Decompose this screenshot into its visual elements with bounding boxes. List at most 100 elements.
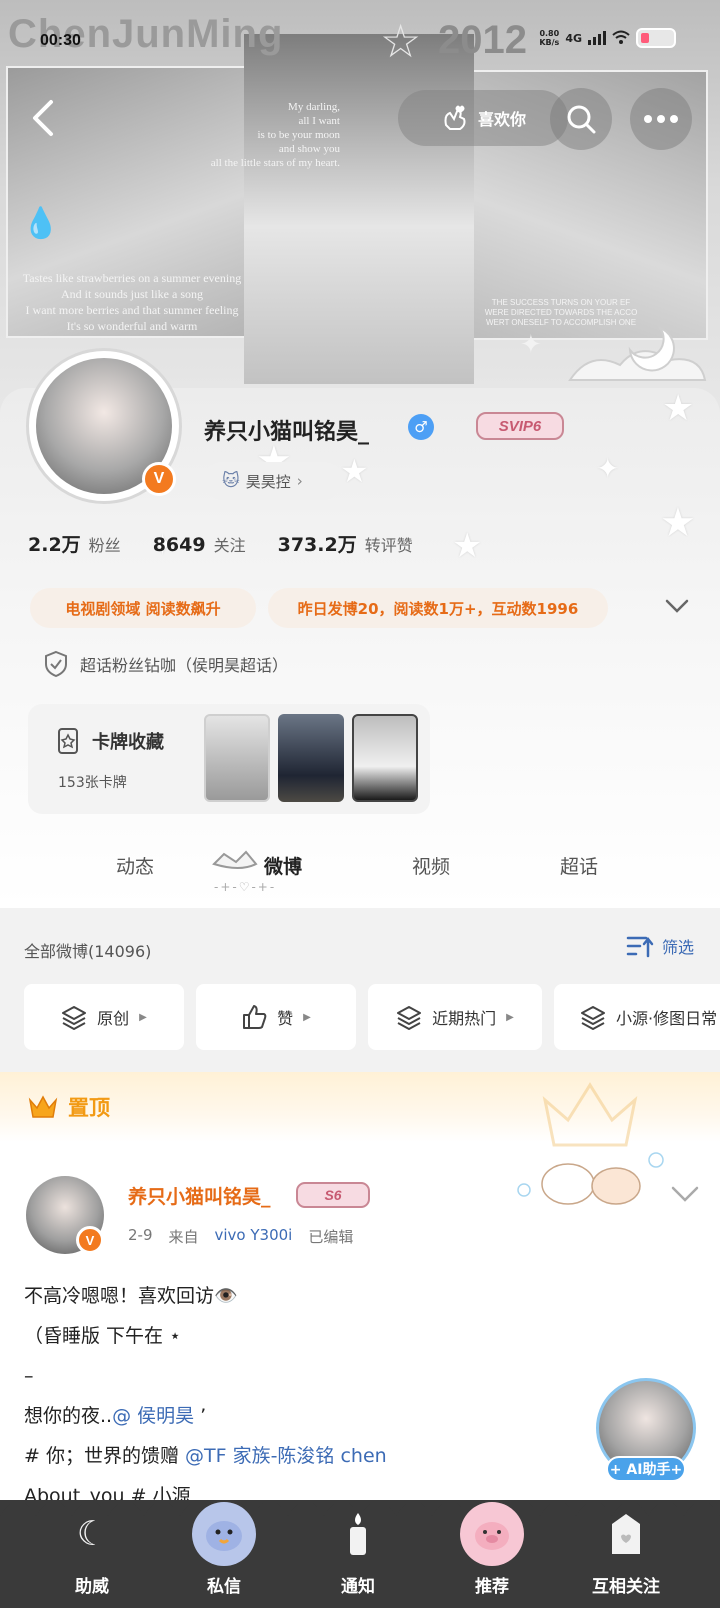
post-line: 不高冷嗯嗯！喜欢回访👁️: [24, 1285, 238, 1307]
chip-album[interactable]: 小源·修图日常: [554, 984, 720, 1050]
chip-recent-hot[interactable]: 近期热门 ▶: [368, 984, 542, 1050]
thumbs-up-icon: [243, 1005, 267, 1029]
tab-super-topic[interactable]: 超话: [560, 852, 598, 879]
followers-count: 2.2万: [28, 534, 81, 556]
chevron-down-icon[interactable]: [664, 596, 690, 616]
more-button[interactable]: [630, 88, 692, 150]
pig-icon: [460, 1502, 524, 1566]
card-collection-title: 卡牌收藏: [56, 726, 164, 756]
status-indicators: 0.80 KB/s 4G: [539, 28, 676, 48]
bird-icon: [192, 1502, 256, 1566]
card-collection[interactable]: 卡牌收藏 153张卡牌: [28, 704, 430, 814]
candle-icon: [326, 1502, 390, 1566]
mention-link[interactable]: @TF 家族-陈浚铭 chen: [185, 1445, 387, 1467]
star-deco-icon: ★: [452, 526, 483, 566]
tab-underline-deco: -+-♡-+-: [214, 880, 277, 894]
svip-badge[interactable]: SVIP6: [476, 412, 564, 440]
sparkle-deco-icon: ✦: [596, 452, 620, 485]
hand-heart-icon: [444, 105, 466, 130]
fan-group-tag[interactable]: 🐱 昊昊控 ›: [204, 462, 342, 500]
verified-badge: V: [76, 1226, 104, 1254]
milk-box-icon: [594, 1502, 658, 1566]
cat-sheep-sticker-icon: [517, 1152, 664, 1205]
mention-link[interactable]: @ 侯明昊: [112, 1405, 194, 1427]
tab-video[interactable]: 视频: [412, 852, 450, 879]
tab-deco-icon: [212, 850, 258, 869]
network-speed: 0.80 KB/s: [539, 29, 560, 47]
interactions-stat[interactable]: 373.2万 转评赞: [278, 530, 413, 557]
collection-card-thumbnail[interactable]: [278, 714, 344, 802]
following-stat[interactable]: 8649 关注: [153, 532, 246, 556]
pinned-label-row: 置顶: [28, 1092, 110, 1122]
card-collection-label: 卡牌收藏: [92, 732, 164, 753]
weibo-filter-area: 全部微博(14096) 筛选 原创 ▶ 赞 ▶ 近期热门 ▶ 小源·修图日常: [0, 908, 720, 1072]
pinned-label: 置顶: [68, 1096, 110, 1120]
following-count: 8649: [152, 534, 206, 556]
post-content[interactable]: 不高冷嗯嗯！喜欢回访👁️ （昏睡版 下午在 ⋆ – 想你的夜..@ 侯明昊 ’ …: [24, 1276, 584, 1516]
caret-right-icon: ▶: [506, 1011, 514, 1023]
nav-notifications[interactable]: 通知: [308, 1502, 408, 1597]
super-topic-fan-label: 超话粉丝钻咖（侯明昊超话）: [80, 656, 289, 675]
collection-card-thumbnail[interactable]: [204, 714, 270, 802]
layers-icon: [581, 1006, 605, 1030]
search-button[interactable]: [550, 88, 612, 150]
ai-assistant-button[interactable]: + AI助手+: [606, 1456, 686, 1482]
nav-recommend[interactable]: 推荐: [442, 1502, 542, 1597]
followers-label: 粉丝: [88, 536, 121, 555]
post-line-text: # 你；世界的馈赠: [24, 1445, 185, 1467]
filter-button[interactable]: 筛选: [626, 934, 694, 958]
chip-recent-hot-label: 近期热门: [432, 1009, 497, 1028]
nav-cheer-label: 助威: [75, 1577, 109, 1597]
post-line: 想你的夜..@ 侯明昊 ’: [24, 1396, 584, 1436]
profile-tabs: 动态 微博 -+-♡-+- 视频 超话: [0, 840, 720, 910]
post-line: （昏睡版 下午在 ⋆: [24, 1325, 181, 1347]
back-button[interactable]: [12, 88, 72, 148]
like-you-button[interactable]: 喜欢你: [398, 90, 568, 146]
post-author-name[interactable]: 养只小猫叫铭昊_: [128, 1182, 271, 1209]
following-label: 关注: [213, 536, 246, 555]
more-dots-icon: [644, 115, 678, 123]
like-you-label: 喜欢你: [477, 110, 526, 129]
star-deco-icon: ★: [662, 388, 695, 429]
nav-recommend-label: 推荐: [475, 1577, 509, 1597]
bottom-nav-bar: ☾ 助威 私信 通知 推荐 互相关注: [0, 1500, 720, 1608]
profile-stats: 2.2万 粉丝 8649 关注 373.2万 转评赞: [28, 530, 445, 557]
post-edited: 已编辑: [308, 1228, 354, 1246]
nav-messages-label: 私信: [207, 1577, 241, 1597]
chip-liked[interactable]: 赞 ▶: [196, 984, 356, 1050]
chip-original[interactable]: 原创 ▶: [24, 984, 184, 1050]
chevron-down-icon[interactable]: [670, 1184, 700, 1204]
nav-messages[interactable]: 私信: [174, 1502, 274, 1597]
member-level-badge[interactable]: S6: [296, 1182, 370, 1208]
daily-activity-tag[interactable]: 昨日发博20，阅读数1万+，互动数1996: [268, 588, 608, 628]
collection-card-thumbnail[interactable]: [352, 714, 418, 802]
cover-quote-mid: My darling, all I want is to be your moo…: [210, 101, 340, 169]
interactions-count: 373.2万: [277, 534, 357, 556]
post-source-prefix: 来自: [168, 1228, 199, 1246]
post-line-text: 想你的夜..: [24, 1405, 113, 1427]
tab-weibo[interactable]: 微博: [264, 852, 302, 879]
battery-icon: [636, 28, 676, 48]
male-gender-icon: ♂: [408, 414, 434, 440]
moon-icon: ☾: [76, 1514, 108, 1554]
tab-dynamic[interactable]: 动态: [116, 852, 154, 879]
caret-right-icon: ▶: [303, 1011, 311, 1023]
filter-icon: [626, 936, 654, 958]
drop-deco-icon: 💧: [22, 206, 60, 241]
crown-icon: [28, 1095, 58, 1118]
nav-mutual-follow[interactable]: 互相关注: [576, 1502, 676, 1597]
search-icon: [567, 105, 596, 134]
status-time: 00:30: [40, 32, 81, 49]
post-line-text: ’: [194, 1405, 207, 1427]
super-topic-fan-row[interactable]: 超话粉丝钻咖（侯明昊超话）: [44, 650, 288, 678]
verified-badge: V: [142, 462, 176, 496]
cat-icon: 🐱: [222, 471, 240, 491]
chip-liked-label: 赞: [277, 1009, 294, 1028]
nav-cheer[interactable]: ☾ 助威: [42, 1502, 142, 1597]
post-device[interactable]: vivo Y300i: [215, 1226, 293, 1247]
network-type: 4G: [565, 31, 582, 45]
post-meta: 2-9 来自 vivo Y300i 已编辑: [128, 1226, 353, 1247]
domain-tag[interactable]: 电视剧领域 阅读数飙升: [30, 588, 256, 628]
followers-stat[interactable]: 2.2万 粉丝: [28, 530, 121, 557]
chip-album-label: 小源·修图日常: [616, 1009, 718, 1028]
